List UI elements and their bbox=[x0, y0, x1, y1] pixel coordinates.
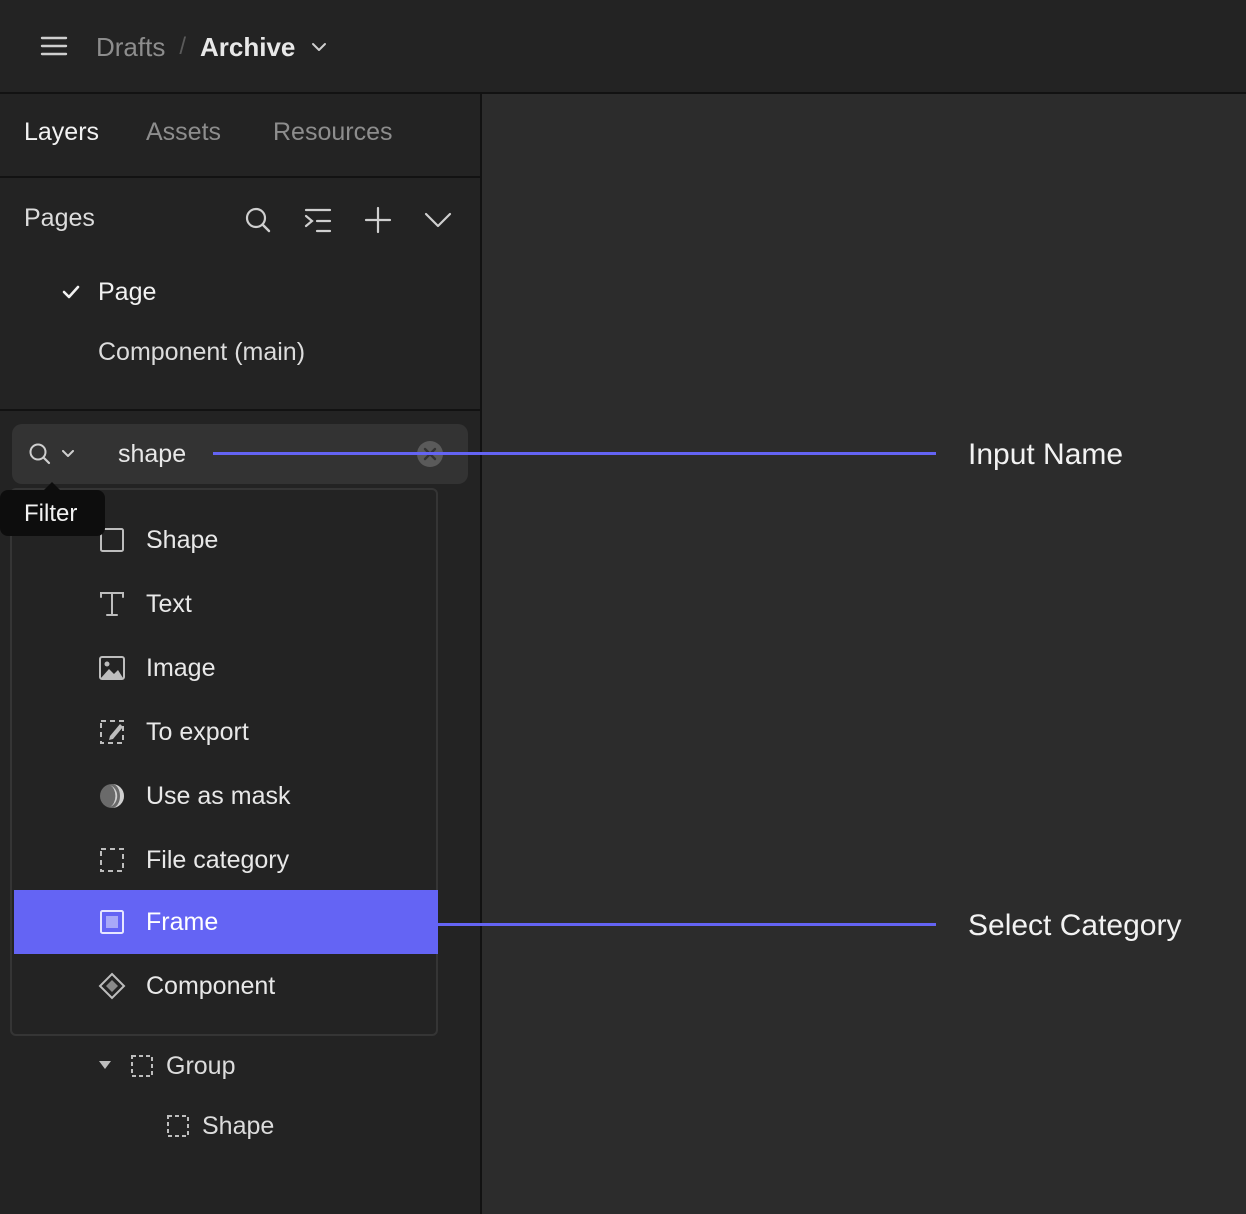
annotation-input-name: Input Name bbox=[968, 438, 1124, 471]
add-page-icon[interactable] bbox=[364, 206, 392, 234]
top-bar: Drafts / Archive bbox=[0, 0, 1246, 94]
filter-item-label: Use as mask bbox=[146, 782, 291, 810]
component-icon bbox=[98, 972, 126, 1000]
filter-item-label: Component bbox=[146, 972, 276, 1000]
breadcrumb-separator: / bbox=[179, 33, 187, 60]
layer-label: Group bbox=[166, 1052, 236, 1080]
filter-tooltip: Filter bbox=[0, 482, 105, 536]
dashed-square-icon bbox=[98, 846, 126, 874]
tabs-divider bbox=[0, 176, 480, 178]
chevron-down-icon[interactable] bbox=[424, 210, 452, 230]
filter-item-to-export[interactable]: To export bbox=[14, 700, 438, 764]
export-icon bbox=[98, 718, 126, 746]
tab-assets[interactable]: Assets bbox=[146, 118, 221, 147]
layer-label: Shape bbox=[202, 1112, 275, 1140]
collapse-tree-icon[interactable] bbox=[304, 206, 332, 234]
tooltip-text: Filter bbox=[24, 500, 78, 527]
annotation-line-category bbox=[436, 923, 936, 926]
search-icon[interactable] bbox=[28, 442, 52, 466]
search-input[interactable]: shape bbox=[118, 440, 186, 469]
filter-dropdown-menu: Shape Text Image To export Use as mask F… bbox=[10, 488, 438, 1036]
hamburger-menu-icon[interactable] bbox=[40, 34, 68, 58]
page-item-label: Component (main) bbox=[98, 338, 306, 366]
pages-divider bbox=[0, 409, 480, 411]
tooltip-arrow bbox=[44, 482, 60, 490]
dashed-square-icon bbox=[130, 1054, 154, 1078]
breadcrumb-current[interactable]: Archive bbox=[200, 32, 295, 63]
chevron-down-icon[interactable] bbox=[311, 41, 327, 53]
chevron-down-icon[interactable] bbox=[62, 450, 74, 458]
mask-icon bbox=[98, 782, 126, 810]
pages-title: Pages bbox=[24, 204, 95, 232]
filter-item-label: Image bbox=[146, 654, 216, 682]
page-item-component-main[interactable]: Component (main) bbox=[0, 326, 478, 378]
filter-item-file-category[interactable]: File category bbox=[14, 828, 438, 892]
text-icon bbox=[98, 590, 126, 618]
filter-item-use-as-mask[interactable]: Use as mask bbox=[14, 764, 438, 828]
filter-item-text[interactable]: Text bbox=[14, 572, 438, 636]
filter-item-image[interactable]: Image bbox=[14, 636, 438, 700]
filter-item-frame[interactable]: Frame bbox=[14, 890, 438, 954]
layer-item-shape[interactable]: Shape bbox=[0, 1102, 478, 1150]
filter-item-component[interactable]: Component bbox=[14, 954, 438, 1018]
search-icon[interactable] bbox=[244, 206, 272, 234]
sidebar-tabs: Layers Assets Resources bbox=[0, 94, 480, 176]
breadcrumb-parent[interactable]: Drafts bbox=[96, 32, 165, 63]
image-icon bbox=[98, 654, 126, 682]
filter-item-label: Shape bbox=[146, 526, 219, 554]
layer-item-group[interactable]: Group bbox=[0, 1042, 478, 1090]
annotation-select-category: Select Category bbox=[968, 909, 1182, 942]
filter-item-label: File category bbox=[146, 846, 290, 874]
caret-down-icon[interactable] bbox=[98, 1060, 112, 1070]
breadcrumb: Drafts / Archive bbox=[96, 26, 327, 68]
page-item-label: Page bbox=[98, 278, 157, 306]
filter-item-label: Frame bbox=[146, 908, 219, 936]
annotation-line-input bbox=[213, 452, 936, 455]
frame-icon bbox=[98, 908, 126, 936]
tab-layers[interactable]: Layers bbox=[24, 118, 99, 147]
page-item-page[interactable]: Page bbox=[0, 266, 478, 318]
dashed-square-icon bbox=[166, 1114, 190, 1138]
tab-resources[interactable]: Resources bbox=[273, 118, 393, 147]
filter-item-label: Text bbox=[146, 590, 192, 618]
check-icon bbox=[62, 284, 80, 300]
filter-item-label: To export bbox=[146, 718, 249, 746]
